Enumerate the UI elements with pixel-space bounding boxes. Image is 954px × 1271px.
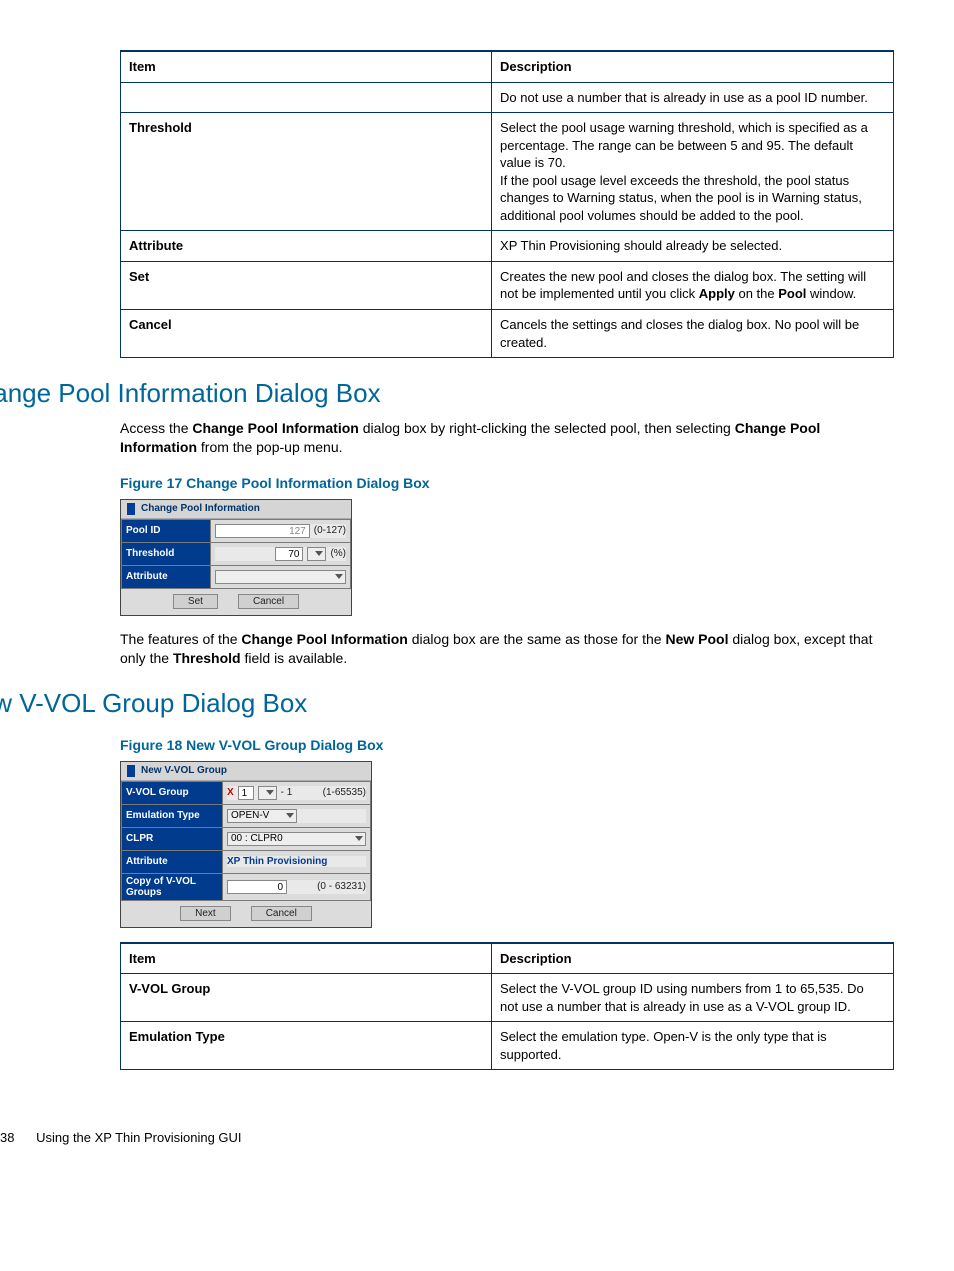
label-pool-id: Pool ID bbox=[122, 519, 211, 542]
threshold-unit: (%) bbox=[330, 548, 346, 559]
label-emulation-type: Emulation Type bbox=[122, 804, 223, 827]
vvol-options-table: Item Description V-VOL GroupSelect the V… bbox=[120, 942, 894, 1071]
app-icon bbox=[127, 765, 135, 777]
threshold-field[interactable]: 70 bbox=[275, 547, 303, 561]
app-icon bbox=[127, 503, 135, 515]
dialog-titlebar: Change Pool Information bbox=[121, 500, 351, 519]
clpr-dropdown[interactable]: 00 : CLPR0 bbox=[227, 832, 366, 846]
cancel-button[interactable]: Cancel bbox=[238, 594, 299, 609]
col-description: Description bbox=[492, 51, 894, 82]
label-clpr: CLPR bbox=[122, 827, 223, 850]
item-cell: Attribute bbox=[121, 231, 492, 262]
emulation-type-dropdown[interactable]: OPEN-V bbox=[227, 809, 297, 823]
item-cell bbox=[121, 82, 492, 113]
attribute-value: XP Thin Provisioning bbox=[227, 856, 327, 867]
item-cell: Set bbox=[121, 261, 492, 309]
heading-change-pool-info: Change Pool Information Dialog Box bbox=[0, 378, 894, 409]
description-cell: Do not use a number that is already in u… bbox=[492, 82, 894, 113]
pool-id-field: 127 bbox=[215, 524, 310, 538]
vvol-group-dropdown[interactable] bbox=[258, 786, 277, 800]
vvol-group-suffix: - 1 bbox=[281, 787, 293, 798]
dialog-title: New V-VOL Group bbox=[141, 765, 227, 776]
copy-vvol-field[interactable]: 0 bbox=[227, 880, 287, 894]
label-threshold: Threshold bbox=[122, 542, 211, 565]
figure-18-caption: Figure 18 New V-VOL Group Dialog Box bbox=[120, 737, 894, 753]
item-cell: V-VOL Group bbox=[121, 974, 492, 1022]
description-cell: Select the V-VOL group ID using numbers … bbox=[492, 974, 894, 1022]
dialog-titlebar: New V-VOL Group bbox=[121, 762, 371, 781]
vvol-prefix: X bbox=[227, 787, 234, 798]
vvol-group-range: (1-65535) bbox=[323, 787, 366, 798]
page-footer: 38 Using the XP Thin Provisioning GUI bbox=[0, 1130, 894, 1145]
item-cell: Cancel bbox=[121, 310, 492, 358]
change-pool-intro: Access the Change Pool Information dialo… bbox=[120, 419, 894, 457]
copy-vvol-range: (0 - 63231) bbox=[317, 881, 366, 892]
next-button[interactable]: Next bbox=[180, 906, 231, 921]
item-cell: Emulation Type bbox=[121, 1022, 492, 1070]
item-cell: Threshold bbox=[121, 113, 492, 231]
cancel-button[interactable]: Cancel bbox=[251, 906, 312, 921]
change-pool-dialog: Change Pool Information Pool ID 127 (0-1… bbox=[120, 499, 352, 616]
description-cell: Cancels the settings and closes the dial… bbox=[492, 310, 894, 358]
label-attribute: Attribute bbox=[122, 565, 211, 588]
label-copy-vvol-groups: Copy of V-VOL Groups bbox=[122, 873, 223, 900]
col-item: Item bbox=[121, 51, 492, 82]
label-attribute: Attribute bbox=[122, 850, 223, 873]
figure-17-caption: Figure 17 Change Pool Information Dialog… bbox=[120, 475, 894, 491]
vvol-group-field[interactable]: 1 bbox=[238, 786, 254, 800]
change-pool-outro: The features of the Change Pool Informat… bbox=[120, 630, 894, 668]
attribute-dropdown bbox=[215, 570, 346, 584]
col-description: Description bbox=[492, 943, 894, 974]
description-cell: Select the emulation type. Open-V is the… bbox=[492, 1022, 894, 1070]
description-cell: XP Thin Provisioning should already be s… bbox=[492, 231, 894, 262]
heading-new-vvol-group: New V-VOL Group Dialog Box bbox=[0, 688, 894, 719]
dialog-title: Change Pool Information bbox=[141, 503, 260, 514]
footer-title: Using the XP Thin Provisioning GUI bbox=[36, 1130, 241, 1145]
pool-id-range: (0-127) bbox=[314, 525, 346, 536]
set-button[interactable]: Set bbox=[173, 594, 218, 609]
page-number: 38 bbox=[0, 1130, 14, 1145]
threshold-dropdown[interactable] bbox=[307, 547, 326, 561]
new-vvol-group-dialog: New V-VOL Group V-VOL Group X 1 - 1 (1-6… bbox=[120, 761, 372, 928]
pool-options-table: Item Description Do not use a number tha… bbox=[120, 50, 894, 358]
col-item: Item bbox=[121, 943, 492, 974]
description-cell: Creates the new pool and closes the dial… bbox=[492, 261, 894, 309]
description-cell: Select the pool usage warning threshold,… bbox=[492, 113, 894, 231]
label-vvol-group: V-VOL Group bbox=[122, 781, 223, 804]
